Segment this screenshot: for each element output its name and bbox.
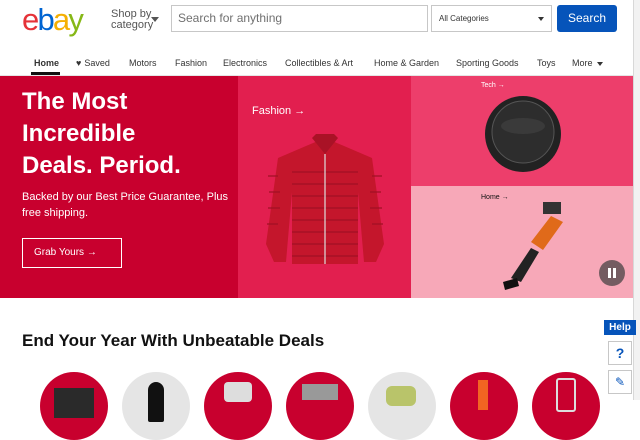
search-button[interactable]: Search	[557, 5, 617, 32]
nav-item-motors[interactable]: Motors	[129, 58, 157, 68]
hero-title: The Most Incredible Deals. Period.	[22, 88, 181, 179]
deal-item[interactable]	[450, 372, 518, 440]
nav-item-more-label: More	[572, 58, 593, 68]
logo-letter-b: b	[37, 2, 54, 37]
shop-by-category-button[interactable]: Shop by category	[111, 9, 159, 31]
home-promo-tile[interactable]: Home →	[411, 186, 633, 298]
red-jacket-image	[266, 134, 384, 264]
deal-item-image	[302, 384, 338, 400]
header: ebay Shop by category Search for anythin…	[0, 0, 640, 48]
category-select[interactable]: All Categories	[431, 5, 552, 32]
deal-item-image	[54, 388, 94, 418]
nav-item-home[interactable]: Home	[34, 58, 59, 68]
pause-icon	[613, 268, 616, 278]
nav-item-sporting-goods[interactable]: Sporting Goods	[456, 58, 519, 68]
hero-main-panel: The Most Incredible Deals. Period. Backe…	[0, 76, 238, 298]
feedback-icon[interactable]: ✎	[608, 370, 632, 394]
question-icon[interactable]: ?	[608, 341, 632, 365]
nav-item-electronics[interactable]: Electronics	[223, 58, 267, 68]
wireless-charger-image	[485, 96, 561, 172]
leaf-blower-image	[503, 202, 563, 290]
search-input[interactable]: Search for anything	[171, 5, 428, 32]
deal-item-image	[386, 386, 416, 406]
help-button[interactable]: Help	[604, 320, 636, 335]
nav-item-more[interactable]: More	[572, 58, 603, 68]
deal-item-image	[478, 380, 488, 410]
tech-promo-tile[interactable]: Tech →	[411, 76, 633, 186]
pause-icon	[608, 268, 611, 278]
category-select-value: All Categories	[439, 14, 489, 23]
chevron-down-icon	[596, 61, 603, 66]
deal-item-image	[148, 382, 164, 422]
nav-item-toys[interactable]: Toys	[537, 58, 556, 68]
nav-item-home-garden[interactable]: Home & Garden	[374, 58, 439, 68]
fashion-promo-tile[interactable]: Fashion →	[238, 76, 411, 298]
section-title: End Your Year With Unbeatable Deals	[22, 331, 325, 350]
deal-item-image	[224, 382, 252, 402]
grab-yours-button[interactable]: Grab Yours →	[22, 238, 122, 268]
shop-by-category-line2: category	[111, 19, 154, 31]
deal-item[interactable]	[204, 372, 272, 440]
deal-item[interactable]	[368, 372, 436, 440]
deal-item[interactable]	[286, 372, 354, 440]
nav-item-saved-label: Saved	[84, 58, 110, 68]
ebay-logo[interactable]: ebay	[22, 2, 84, 38]
nav-item-fashion[interactable]: Fashion	[175, 58, 207, 68]
deal-item[interactable]	[532, 372, 600, 440]
heart-icon: ♥	[76, 58, 82, 68]
pause-button[interactable]	[599, 260, 625, 286]
logo-letter-a: a	[52, 2, 70, 37]
logo-letter-y: y	[68, 2, 83, 37]
deal-item[interactable]	[122, 372, 190, 440]
nav-active-underline	[31, 72, 60, 75]
help-widget: Help ? ✎	[604, 320, 636, 400]
deal-item[interactable]	[40, 372, 108, 440]
chevron-down-icon	[151, 17, 159, 22]
category-nav: Home ♥ Saved Motors Fashion Electronics C…	[0, 48, 633, 76]
nav-item-collectibles-art[interactable]: Collectibles & Art	[285, 58, 353, 68]
hero-banner: The Most Incredible Deals. Period. Backe…	[0, 76, 633, 298]
logo-letter-e: e	[22, 2, 39, 37]
chevron-down-icon	[538, 17, 544, 21]
hero-subtitle: Backed by our Best Price Guarantee, Plus…	[22, 191, 229, 219]
deal-item-image	[556, 378, 576, 412]
nav-item-saved[interactable]: ♥ Saved	[76, 58, 110, 68]
